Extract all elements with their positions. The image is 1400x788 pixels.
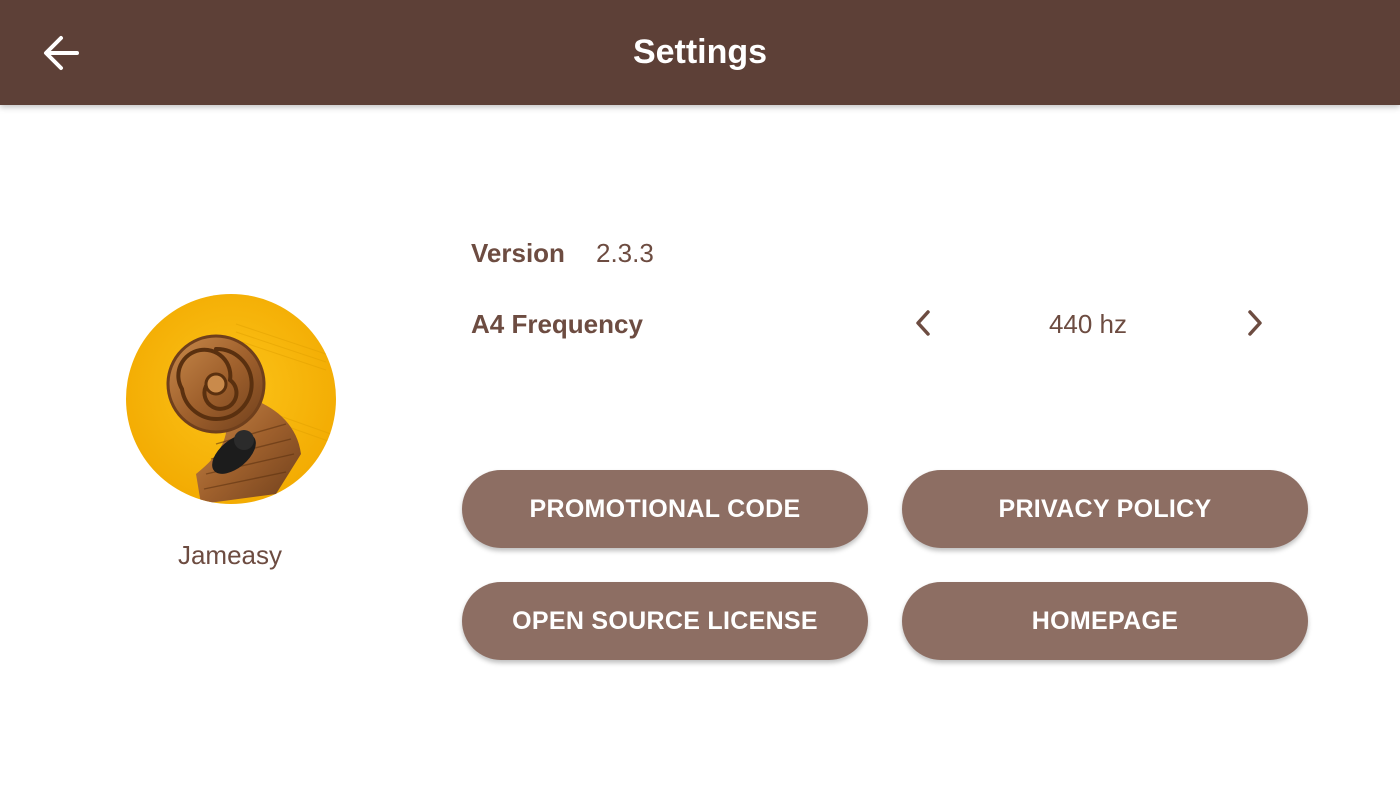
app-bar: Settings: [0, 0, 1400, 105]
privacy-policy-button[interactable]: PRIVACY POLICY: [902, 470, 1308, 548]
arrow-left-icon: [44, 36, 79, 70]
page-title: Settings: [632, 33, 768, 71]
frequency-decrease-button[interactable]: [900, 300, 946, 346]
promotional-code-button[interactable]: PROMOTIONAL CODE: [462, 470, 868, 548]
chevron-left-icon: [916, 310, 930, 336]
back-button[interactable]: [28, 20, 94, 86]
app-logo: [126, 294, 336, 504]
a4-frequency-value: 440 hz: [1048, 309, 1128, 339]
version-label: Version: [471, 238, 565, 268]
open-source-license-button[interactable]: OPEN SOURCE LICENSE: [462, 582, 868, 660]
a4-frequency-label: A4 Frequency: [471, 309, 643, 339]
chevron-right-icon: [1248, 310, 1262, 336]
app-name: Jameasy: [177, 540, 283, 570]
frequency-increase-button[interactable]: [1232, 300, 1278, 346]
violin-scroll-logo: [126, 294, 336, 504]
version-value: 2.3.3: [596, 238, 654, 268]
homepage-button[interactable]: HOMEPAGE: [902, 582, 1308, 660]
